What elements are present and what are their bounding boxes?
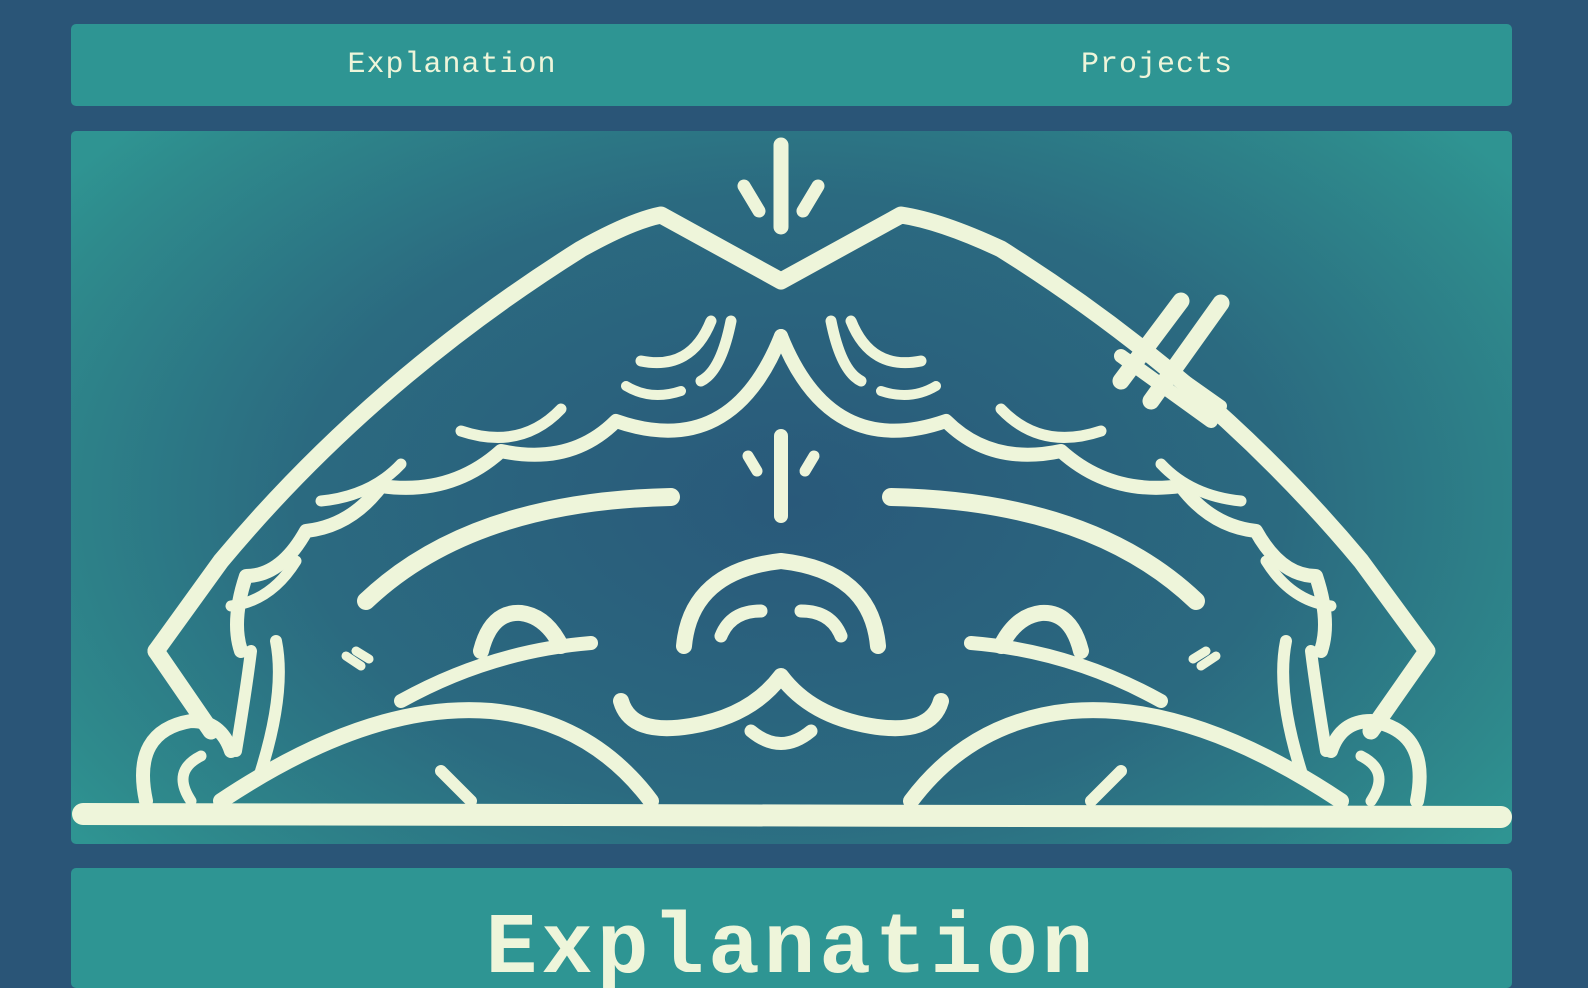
section-title: Explanation <box>485 900 1098 988</box>
hero-banner <box>71 131 1512 844</box>
frog-dome-emblem-illustration <box>72 137 1512 828</box>
explanation-section: Explanation <box>71 868 1512 988</box>
nav-link-explanation[interactable]: Explanation <box>347 48 556 82</box>
top-navbar: Explanation Projects <box>71 24 1512 106</box>
nav-link-projects[interactable]: Projects <box>1081 48 1233 82</box>
